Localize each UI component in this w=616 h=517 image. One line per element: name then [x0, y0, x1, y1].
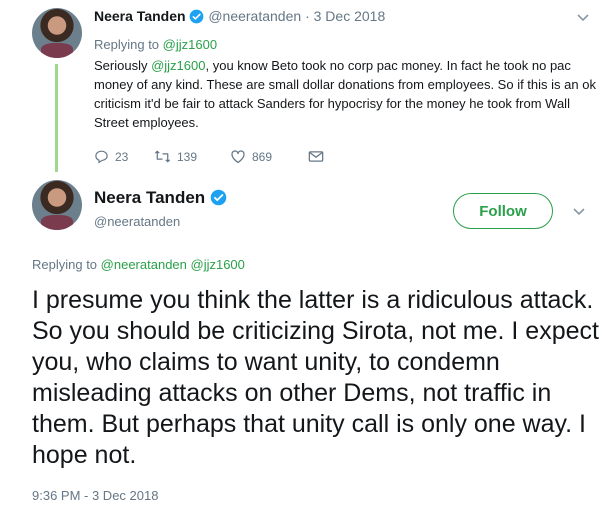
- replying-handles-link[interactable]: @neeratanden @jjz1600: [101, 257, 245, 272]
- main-body: I presume you think the latter is a ridi…: [32, 286, 599, 469]
- retweet-button[interactable]: 139: [154, 149, 230, 164]
- retweet-icon: [154, 150, 171, 163]
- replying-prefix: Replying to: [32, 257, 98, 272]
- replying-handle-link[interactable]: @jjz1600: [163, 37, 217, 52]
- parent-handle[interactable]: @neeratanden: [208, 8, 301, 24]
- retweet-count: 139: [177, 149, 198, 164]
- main-author-block: Neera Tanden @neeratanden: [94, 188, 227, 229]
- main-replying-to: Replying to @neeratanden @jjz1600: [32, 257, 245, 272]
- chevron-down-icon[interactable]: [576, 10, 590, 24]
- main-timestamp[interactable]: 9:36 PM - 3 Dec 2018: [32, 488, 158, 503]
- chevron-down-icon[interactable]: [572, 204, 586, 218]
- replying-prefix: Replying to: [94, 37, 160, 52]
- parent-date[interactable]: 3 Dec 2018: [314, 8, 386, 24]
- main-avatar[interactable]: [32, 180, 82, 230]
- parent-replying-to: Replying to @jjz1600: [94, 37, 217, 52]
- body-mention-link[interactable]: @jjz1600: [151, 58, 205, 73]
- direct-message-icon: [308, 151, 324, 162]
- like-count: 869: [252, 149, 273, 164]
- thread-line: [55, 64, 58, 172]
- verified-badge-icon: [190, 9, 204, 24]
- like-button[interactable]: 869: [230, 149, 308, 164]
- body-text-start: Seriously: [94, 58, 152, 73]
- reply-count: 23: [115, 149, 129, 164]
- parent-body: Seriously @jjz1600, you know Beto took n…: [94, 56, 598, 132]
- follow-button[interactable]: Follow: [453, 193, 553, 229]
- main-handle[interactable]: @neeratanden: [94, 214, 227, 229]
- parent-avatar[interactable]: [32, 8, 82, 58]
- main-author-name[interactable]: Neera Tanden: [94, 188, 205, 207]
- direct-message-button[interactable]: [308, 149, 324, 164]
- reply-button[interactable]: 23: [94, 149, 154, 164]
- parent-author-name[interactable]: Neera Tanden: [94, 8, 186, 24]
- parent-header: Neera Tanden @neeratanden · 3 Dec 2018: [94, 8, 385, 24]
- separator-dot: ·: [305, 8, 310, 24]
- parent-actions: 23 139 869: [94, 149, 324, 164]
- reply-icon: [95, 150, 108, 164]
- verified-badge-icon: [210, 189, 227, 206]
- like-icon: [231, 150, 245, 164]
